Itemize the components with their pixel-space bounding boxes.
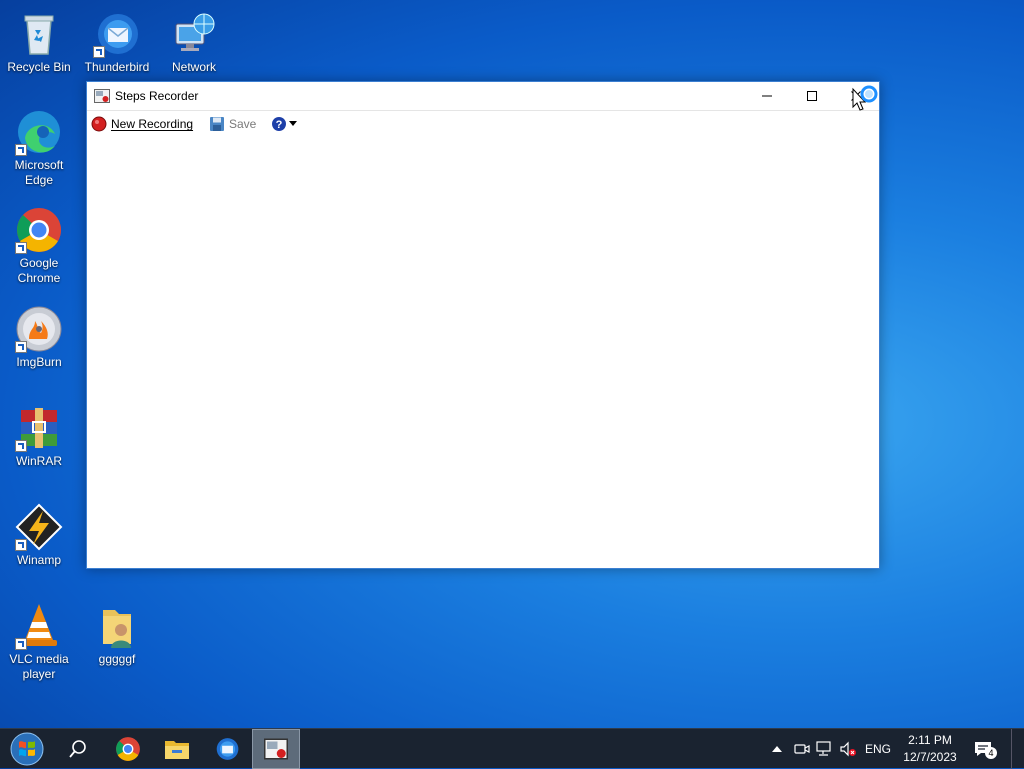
- search-button[interactable]: [54, 729, 102, 769]
- desktop-icon-label: Thunderbird: [84, 60, 150, 74]
- shortcut-arrow-icon: [15, 144, 27, 156]
- desktop-icon-label: Network: [171, 60, 216, 74]
- save-button[interactable]: Save: [209, 116, 256, 132]
- folder-icon: [165, 741, 189, 759]
- shortcut-arrow-icon: [15, 440, 27, 452]
- show-desktop-button[interactable]: [1011, 729, 1024, 769]
- chevron-up-icon: [772, 746, 782, 752]
- clock-date: 12/7/2023: [903, 750, 957, 764]
- start-button[interactable]: [3, 729, 51, 769]
- shortcut-arrow-icon: [15, 539, 27, 551]
- recycle-bin-icon: [15, 10, 63, 58]
- record-icon: [91, 116, 107, 132]
- tray-meet-now-button[interactable]: [792, 729, 812, 769]
- maximize-button[interactable]: [789, 82, 834, 110]
- steps-recorder-window[interactable]: Steps Recorder New Recording Save ?: [86, 81, 880, 569]
- search-icon: [69, 740, 86, 758]
- desktop-icon-gggggf-folder[interactable]: gggggf: [79, 602, 155, 667]
- show-hidden-icons-button[interactable]: [768, 729, 786, 769]
- desktop-icon-label: Recycle Bin: [7, 60, 71, 74]
- language-label: ENG: [864, 742, 891, 756]
- taskbar-clock[interactable]: 2:11 PM 12/7/2023: [896, 732, 964, 766]
- help-dropdown-button[interactable]: ?: [271, 116, 297, 132]
- desktop-icon-label: gggggf: [98, 652, 136, 666]
- save-label: Save: [229, 117, 257, 131]
- taskbar-file-explorer-button[interactable]: [153, 729, 201, 769]
- desktop-icon-network[interactable]: Network: [156, 10, 232, 75]
- taskbar-chrome-button[interactable]: [104, 729, 152, 769]
- thunderbird-icon: [93, 10, 141, 58]
- desktop-icon-recycle-bin[interactable]: Recycle Bin: [1, 10, 77, 75]
- svg-text:?: ?: [276, 119, 283, 131]
- chrome-icon: [15, 206, 63, 254]
- desktop-icon-label: Microsoft Edge: [14, 158, 64, 187]
- volume-muted-icon: [840, 741, 856, 757]
- windows-start-icon: [10, 732, 44, 766]
- shortcut-arrow-icon: [15, 242, 27, 254]
- desktop-icon-label: Winamp: [16, 553, 61, 567]
- network-icon: [170, 10, 218, 58]
- maximize-icon: [806, 91, 817, 101]
- save-disk-icon: [210, 117, 224, 131]
- minimize-button[interactable]: [744, 82, 789, 110]
- clock-time: 2:11 PM: [908, 733, 952, 747]
- recording-area: [87, 138, 879, 568]
- taskbar-steps-recorder-button[interactable]: [252, 729, 300, 769]
- steps-recorder-app-icon: [264, 738, 288, 760]
- chrome-icon: [116, 737, 140, 761]
- desktop-icon-winamp[interactable]: Winamp: [1, 503, 77, 568]
- network-wired-icon: [816, 741, 831, 756]
- window-titlebar[interactable]: Steps Recorder: [87, 82, 879, 111]
- desktop-icon-label: VLC media player: [9, 652, 69, 681]
- camera-icon: [794, 744, 810, 754]
- window-toolbar: New Recording Save ?: [87, 111, 879, 137]
- notification-count-badge: 4: [985, 747, 997, 759]
- desktop-icon-label: ImgBurn: [16, 355, 62, 369]
- desktop-icon-winrar[interactable]: WinRAR: [1, 404, 77, 469]
- desktop-icon-microsoft-edge[interactable]: Microsoft Edge: [1, 108, 77, 188]
- desktop-icon-thunderbird[interactable]: Thunderbird: [79, 10, 155, 75]
- thunderbird-icon: [216, 738, 239, 760]
- desktop-icon-label: WinRAR: [15, 454, 62, 468]
- busy-cursor-icon: [852, 85, 878, 111]
- action-center-button[interactable]: 4: [968, 729, 998, 769]
- edge-icon: [15, 108, 63, 156]
- user-folder-icon: [93, 602, 141, 650]
- imgburn-icon: [15, 305, 63, 353]
- vlc-icon: [15, 602, 63, 650]
- steps-recorder-app-icon: [94, 89, 110, 103]
- winrar-icon: [15, 404, 63, 452]
- tray-volume-button[interactable]: [838, 729, 858, 769]
- minimize-icon: [761, 95, 772, 97]
- new-recording-label: New Recording: [111, 117, 194, 131]
- shortcut-arrow-icon: [15, 638, 27, 650]
- chevron-down-icon: [289, 121, 297, 126]
- tray-network-button[interactable]: [815, 729, 835, 769]
- winamp-icon: [15, 503, 63, 551]
- taskbar-thunderbird-button[interactable]: [203, 729, 251, 769]
- desktop-icon-google-chrome[interactable]: Google Chrome: [1, 206, 77, 286]
- window-title: Steps Recorder: [115, 89, 199, 103]
- help-icon: ?: [272, 117, 286, 131]
- shortcut-arrow-icon: [15, 341, 27, 353]
- shortcut-arrow-icon: [93, 46, 105, 58]
- new-recording-button[interactable]: New Recording: [91, 116, 193, 132]
- input-language-indicator[interactable]: ENG: [862, 729, 894, 769]
- taskbar: ENG 2:11 PM 12/7/2023 4: [0, 728, 1024, 769]
- desktop-icon-imgburn[interactable]: ImgBurn: [1, 305, 77, 370]
- desktop-icon-label: Google Chrome: [17, 256, 61, 285]
- desktop-icon-vlc[interactable]: VLC media player: [1, 602, 77, 682]
